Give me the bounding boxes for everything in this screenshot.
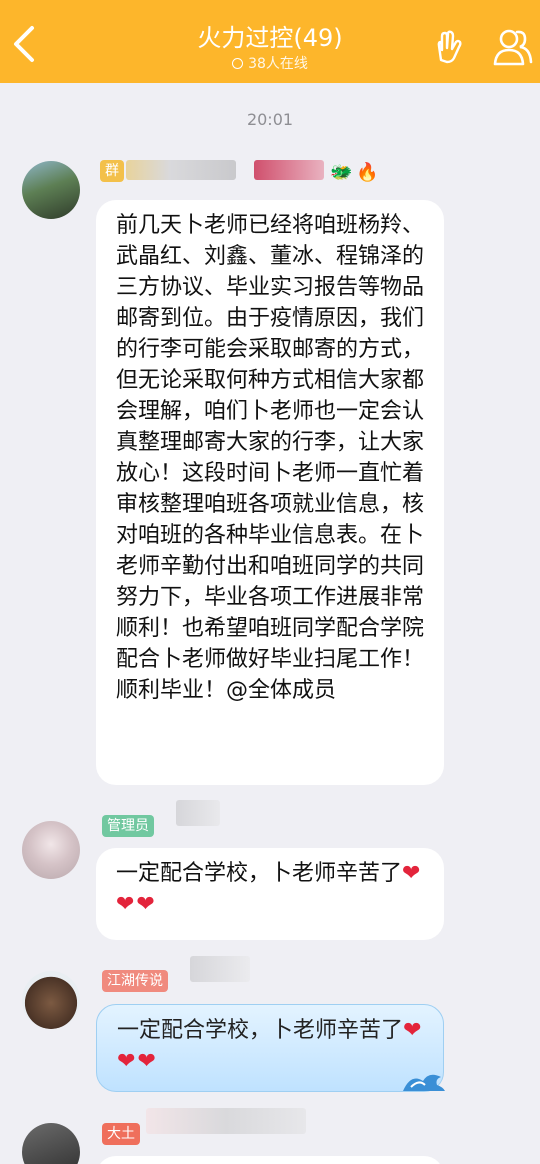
message-bubble[interactable] <box>96 1156 444 1164</box>
member-tag: 大土 <box>102 1123 140 1145</box>
sender-name-blurred[interactable]: 群 <box>100 159 350 183</box>
message-text: 一定配合学校，卜老师辛苦了 <box>116 861 403 886</box>
message-timestamp: 20:01 <box>246 110 294 129</box>
online-status-icon <box>232 58 244 69</box>
name-blur <box>146 1108 306 1134</box>
group-members-icon[interactable] <box>492 24 534 68</box>
member-tag: 江湖传说 <box>102 970 168 992</box>
avatar[interactable] <box>22 161 80 219</box>
name-blur <box>190 956 250 982</box>
admin-tag: 管理员 <box>102 815 154 837</box>
title-blur <box>254 160 324 180</box>
online-count-text: 38人在线 <box>248 56 308 72</box>
avatar[interactable] <box>22 821 80 879</box>
fire-badge-icon: 🔥 <box>356 162 379 183</box>
message-text: 一定配合学校，卜老师辛苦了 <box>117 1018 404 1043</box>
name-blur <box>176 800 220 826</box>
hand-gesture-icon[interactable] <box>432 30 466 64</box>
message-bubble[interactable]: 一定配合学校，卜老师辛苦了❤❤❤ <box>96 1004 445 1092</box>
name-blur <box>126 160 236 180</box>
message-bubble[interactable]: 一定配合学校，卜老师辛苦了❤❤❤ <box>96 848 444 940</box>
message-bubble[interactable]: 前几天卜老师已经将咱班杨羚、武晶红、刘鑫、董冰、程锦泽的三方协议、毕业实习报告等… <box>96 200 444 785</box>
message-text: 前几天卜老师已经将咱班杨羚、武晶红、刘鑫、董冰、程锦泽的三方协议、毕业实习报告等… <box>116 213 425 703</box>
member-tag: 群 <box>100 160 124 182</box>
dragon-badge-icon: 🐲 <box>330 162 353 183</box>
chat-header: 火力过控(49) 38人在线 <box>0 0 540 83</box>
avatar[interactable] <box>22 1123 80 1164</box>
wave-decoration-icon <box>403 1074 445 1091</box>
avatar[interactable] <box>22 971 80 1029</box>
